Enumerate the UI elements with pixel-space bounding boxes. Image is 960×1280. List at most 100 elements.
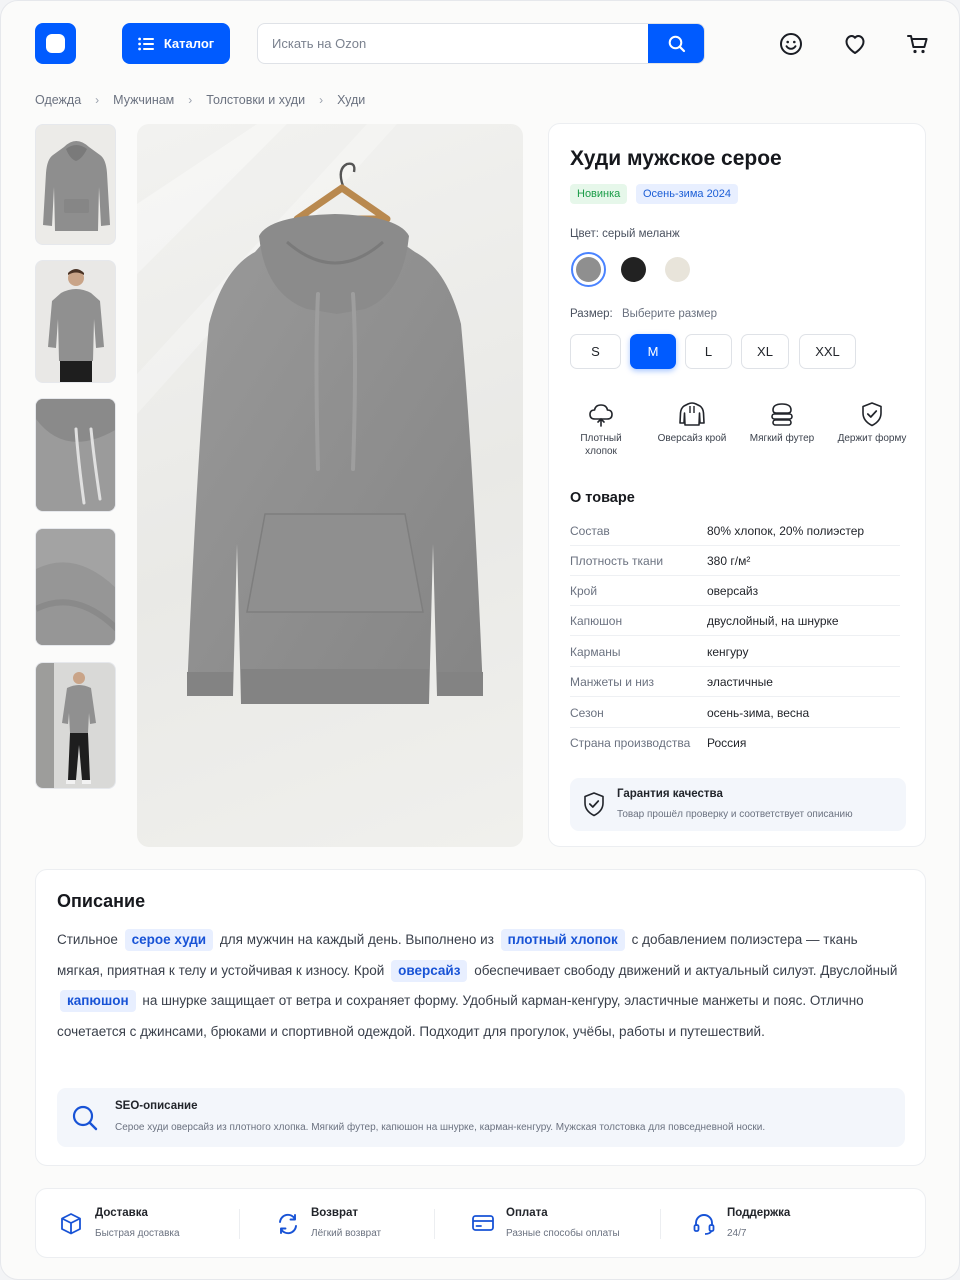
size-option-xxl[interactable]: XXL	[799, 334, 856, 369]
favorites-button[interactable]	[842, 31, 868, 57]
cloud-cotton-icon	[589, 404, 613, 427]
heart-icon	[845, 35, 865, 54]
description-title: Описание	[57, 891, 146, 911]
feature-dense-cotton: Плотный хлопок	[566, 400, 636, 458]
search-icon	[668, 35, 685, 52]
seo-description: SEO-описание Серое худи оверсайз из плот…	[57, 1088, 905, 1147]
ozon-logo[interactable]	[35, 23, 76, 64]
spec-row: Капюшон двуслойный, на шнурке	[570, 606, 900, 636]
soft-fabric-icon	[771, 403, 793, 426]
size-hint: Выберите размер	[622, 308, 717, 320]
spec-key: Сезон	[570, 705, 604, 720]
catalog-label: Каталог	[163, 36, 215, 51]
product-title: Худи мужское серое	[570, 147, 782, 170]
guarantee-text: Товар прошёл проверку и соответствует оп…	[617, 809, 853, 820]
model-photo	[48, 269, 104, 382]
benefit-subtitle: Лёгкий возврат	[311, 1228, 382, 1239]
description-text: Стильное серое худи для мужчин на каждый…	[57, 925, 907, 1047]
spec-value: осень-зима, весна	[707, 705, 810, 720]
thumbnail-fabric-detail[interactable]	[35, 528, 116, 646]
hood-detail-photo	[36, 399, 115, 511]
tag-season: Осень-зима 2024	[636, 184, 739, 204]
breadcrumb-item-sweatshirts[interactable]: Толстовки и худи	[206, 93, 305, 107]
size-option-l[interactable]: L	[685, 334, 732, 369]
spec-row: Крой оверсайз	[570, 576, 900, 606]
chevron-right-icon: ›	[319, 93, 324, 107]
description-text-part: на шнурке защищает от ветра и сохраняет …	[57, 993, 864, 1039]
spec-row: Плотность ткани 380 г/м²	[570, 546, 900, 576]
shield-check-icon	[584, 792, 604, 817]
spec-key: Манжеты и низ	[570, 674, 655, 689]
thumbnail-hood-detail[interactable]	[35, 398, 116, 512]
keyword-highlight: оверсайз	[391, 959, 468, 982]
feature-oversize: Оверсайз крой	[657, 400, 727, 445]
breadcrumb-item-men[interactable]: Мужчинам	[113, 93, 174, 107]
spec-row: Состав 80% хлопок, 20% полиэстер	[570, 516, 900, 546]
search-button[interactable]	[648, 24, 704, 63]
divider	[434, 1209, 435, 1239]
spec-key: Плотность ткани	[570, 553, 664, 568]
keyword-highlight: капюшон	[60, 990, 136, 1012]
spec-value: 80% хлопок, 20% полиэстер	[707, 523, 865, 538]
spec-value: эластичные	[707, 674, 773, 689]
size-label: Размер:	[570, 308, 613, 320]
feature-label: Мягкий футер	[749, 433, 815, 444]
color-swatch-beige[interactable]	[660, 252, 695, 287]
main-product-photo[interactable]	[137, 124, 523, 847]
thumbnail-model-front[interactable]	[35, 260, 116, 383]
feature-label: Плотный хлопок	[580, 433, 622, 457]
spec-value: 380 г/м²	[707, 553, 751, 568]
benefit-subtitle: Быстрая доставка	[95, 1228, 180, 1239]
feature-label: Оверсайз крой	[657, 433, 727, 444]
size-option-m[interactable]: M	[630, 334, 676, 369]
description-text-part: Стильное	[57, 932, 118, 947]
benefits-bar: Доставка Быстрая доставка Возврат Лёгкий…	[35, 1188, 926, 1258]
seo-title: SEO-описание	[115, 1100, 198, 1112]
color-swatch-black[interactable]	[616, 252, 651, 287]
shield-check-icon	[862, 402, 882, 427]
seo-text: Серое худи оверсайз из плотного хлопка. …	[115, 1122, 766, 1133]
spec-value: кенгуру	[707, 644, 749, 659]
breadcrumb-item-clothing[interactable]: Одежда	[35, 93, 81, 107]
thumbnail-hoodie-front[interactable]	[35, 124, 116, 245]
cart-button[interactable]	[905, 31, 931, 57]
search-bar	[257, 23, 705, 64]
smile-icon	[780, 33, 802, 55]
tag-new: Новинка	[570, 184, 628, 204]
benefit-title: Доставка	[95, 1207, 148, 1219]
spec-key: Состав	[570, 523, 610, 538]
spec-value: Россия	[707, 736, 747, 750]
feature-soft-fleece: Мягкий футер	[747, 400, 817, 445]
chevron-right-icon: ›	[188, 93, 193, 107]
size-option-xl[interactable]: XL	[741, 334, 789, 369]
feature-label: Держит форму	[837, 433, 907, 444]
profile-button[interactable]	[778, 31, 804, 57]
benefit-title: Оплата	[506, 1207, 548, 1219]
hoodie-icon	[679, 402, 705, 426]
description-text-part: обеспечивает свободу движений и актуальн…	[474, 962, 898, 978]
spec-row: Манжеты и низ эластичные	[570, 667, 900, 697]
spec-value: двуслойный, на шнурке	[707, 613, 839, 628]
size-option-s[interactable]: S	[570, 334, 621, 369]
model-full-photo	[36, 663, 96, 788]
benefit-subtitle: 24/7	[727, 1228, 747, 1239]
divider	[239, 1209, 240, 1239]
return-icon	[279, 1213, 297, 1235]
product-info-card: Худи мужское серое Новинка Осень-зима 20…	[548, 123, 926, 847]
hoodie-image	[43, 141, 110, 231]
menu-icon	[138, 37, 154, 50]
breadcrumb-item-hoodies[interactable]: Худи	[337, 93, 365, 107]
box-icon	[61, 1213, 81, 1235]
thumbnail-model-full[interactable]	[35, 662, 116, 789]
color-label: Цвет: серый меланж	[570, 228, 680, 240]
color-swatch-gray[interactable]	[571, 252, 606, 287]
benefit-subtitle: Разные способы оплаты	[506, 1228, 620, 1239]
search-input[interactable]	[258, 24, 650, 63]
catalog-button[interactable]: Каталог	[122, 23, 230, 64]
spec-row: Страна производства Россия	[570, 728, 900, 758]
breadcrumb: Одежда › Мужчинам › Толстовки и худи › Х…	[35, 93, 365, 107]
spec-key: Карманы	[570, 644, 621, 659]
fabric-detail-photo	[36, 529, 115, 645]
spec-row: Карманы кенгуру	[570, 637, 900, 667]
spec-key: Капюшон	[570, 613, 623, 628]
